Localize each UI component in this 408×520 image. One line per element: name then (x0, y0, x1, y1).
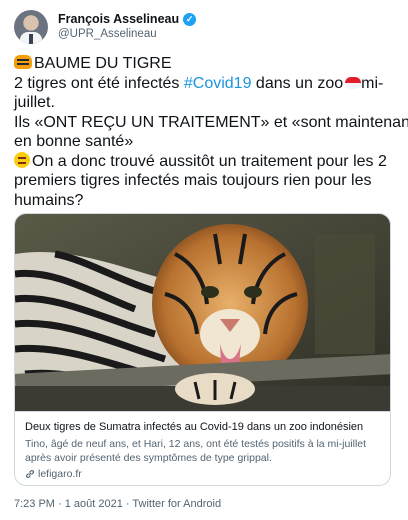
avatar[interactable] (14, 10, 48, 44)
tweet-header: François Asselineau ✓ @UPR_Asselineau (14, 10, 394, 44)
tweet-line-1: BAUME DU TIGRE (14, 54, 398, 74)
card-title[interactable]: Deux tigres de Sumatra infectés au Covid… (25, 420, 382, 434)
tweet-line-5: en bonne santé» (14, 133, 134, 150)
link-icon (26, 470, 34, 478)
indonesia-flag-icon (345, 76, 362, 89)
tweet-line-1-text: BAUME DU TIGRE (34, 55, 172, 72)
author-display-name[interactable]: François Asselineau (58, 12, 179, 26)
author-handle[interactable]: @UPR_Asselineau (58, 28, 157, 40)
tweet-line-6-text: On a donc trouvé aussitôt un traitement … (32, 152, 387, 170)
card-meta[interactable]: Deux tigres de Sumatra infectés au Covid… (15, 411, 390, 485)
verified-badge-icon: ✓ (183, 12, 197, 26)
tweet-line-2-text-c: mi- (361, 74, 384, 92)
hashtag-covid19[interactable]: #Covid19 (184, 75, 252, 92)
card-domain-text: lefigaro.fr (38, 468, 82, 480)
tweet-line-2: 2 tigres ont été infectés #Covid19 dans … (14, 74, 398, 94)
author-name-line[interactable]: François Asselineau ✓ (58, 12, 197, 26)
tweet-line-3: juillet. (14, 94, 55, 111)
card-domain[interactable]: lefigaro.fr (25, 468, 382, 480)
tweet-line-6: On a donc trouvé aussitôt un traitement … (14, 151, 398, 172)
card-description: Tino, âgé de neuf ans, et Hari, 12 ans, … (25, 438, 367, 464)
tweet-line-7: premiers tigres infectés mais toujours r… (14, 172, 372, 189)
tweet-line-4: Ils «ONT REÇU UN TRAITEMENT» et «sont ma… (14, 113, 408, 131)
tweet-line-2-text-b: dans un zoo (251, 74, 344, 92)
tiger-emoji-icon (14, 55, 32, 69)
thinking-emoji-icon (14, 151, 30, 168)
tweet-line-8: humains? (14, 191, 84, 209)
card-tiger-image[interactable] (15, 214, 391, 411)
link-preview-card[interactable]: Deux tigres de Sumatra infectés au Covid… (14, 213, 391, 486)
tweet-text: BAUME DU TIGRE 2 tigres ont été infectés… (14, 54, 408, 210)
tweet-line-2-text-a: 2 tigres ont été infectés (14, 74, 184, 92)
tweet-timestamp[interactable]: 7:23 PM · 1 août 2021 · Twitter for Andr… (14, 498, 221, 510)
avatar-tie (29, 34, 33, 44)
